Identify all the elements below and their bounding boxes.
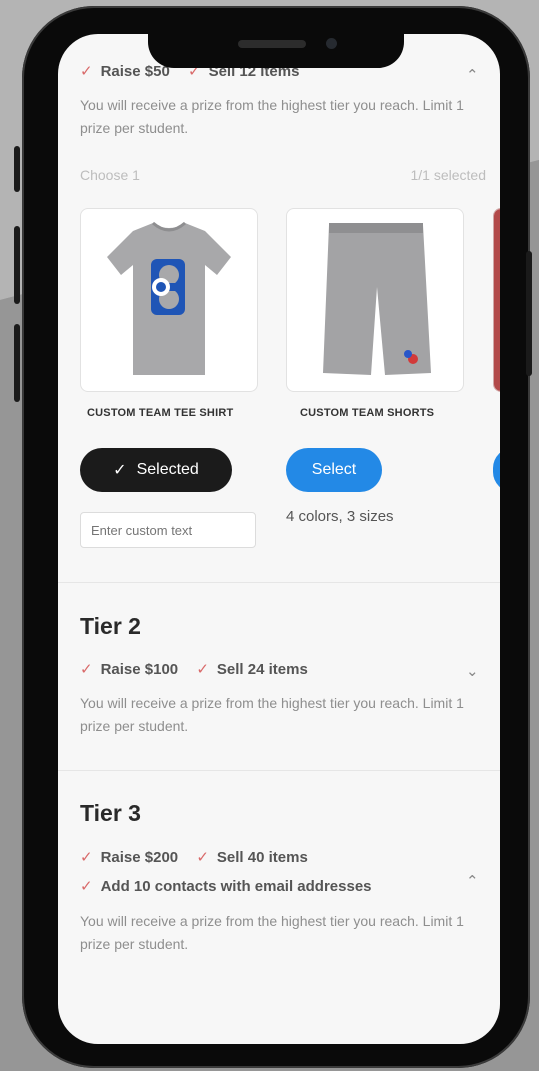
shorts-image bbox=[323, 223, 431, 375]
check-icon: ✓ bbox=[80, 878, 93, 895]
partial-product-image bbox=[494, 209, 500, 391]
chevron-up-icon[interactable]: ⌃ bbox=[466, 872, 479, 890]
front-camera bbox=[326, 38, 337, 49]
tier3-description: You will receive a prize from the highes… bbox=[80, 913, 464, 952]
phone-volume-up-button bbox=[14, 226, 20, 304]
requirement: Raise $200 bbox=[100, 849, 179, 866]
tee-shirt-image bbox=[107, 221, 231, 375]
tier3-requirements-line2: ✓ Add 10 contacts with email addresses bbox=[80, 877, 386, 895]
product-name-tee-shirt: CUSTOM TEAM TEE SHIRT bbox=[87, 407, 234, 419]
tier3-requirements: ✓ Raise $200 ✓ Sell 40 items bbox=[80, 848, 322, 866]
select-button-label: Select bbox=[311, 461, 357, 478]
product-card-partial[interactable] bbox=[493, 208, 500, 392]
select-button-partial[interactable] bbox=[493, 448, 500, 492]
requirement: Sell 40 items bbox=[216, 849, 308, 866]
product-name-shorts: CUSTOM TEAM SHORTS bbox=[300, 407, 435, 419]
phone-side-button bbox=[14, 146, 20, 192]
product-card-tee-shirt[interactable] bbox=[80, 208, 258, 392]
check-icon: ✓ bbox=[196, 849, 209, 866]
selected-count: 1/1 selected bbox=[410, 167, 487, 183]
tier2-description: You will receive a prize from the highes… bbox=[80, 695, 464, 734]
tier2-title: Tier 2 bbox=[80, 613, 141, 639]
phone-notch bbox=[148, 22, 404, 68]
select-button[interactable]: Select bbox=[286, 448, 382, 492]
phone-screen: ✓ Raise $50 ✓ Sell 12 items ⌃ You will rec… bbox=[58, 34, 500, 1044]
selected-button-label: Selected bbox=[136, 461, 199, 478]
selected-button[interactable]: ✓ Selected bbox=[80, 448, 232, 492]
check-icon: ✓ bbox=[196, 661, 209, 678]
tier1-description: You will receive a prize from the highes… bbox=[80, 97, 464, 136]
product-card-shorts[interactable] bbox=[286, 208, 464, 392]
requirement: Raise $50 bbox=[100, 63, 170, 80]
chevron-down-icon[interactable]: ⌄ bbox=[466, 662, 479, 680]
chevron-up-icon[interactable]: ⌃ bbox=[466, 66, 479, 84]
requirement: Raise $100 bbox=[100, 661, 179, 678]
requirement: Sell 24 items bbox=[216, 661, 308, 678]
custom-text-input[interactable] bbox=[80, 512, 256, 548]
check-icon: ✓ bbox=[113, 462, 127, 479]
requirement: Add 10 contacts with email addresses bbox=[100, 878, 372, 895]
check-icon: ✓ bbox=[80, 63, 93, 80]
divider bbox=[58, 770, 500, 771]
choose-label: Choose 1 bbox=[80, 167, 140, 183]
check-icon: ✓ bbox=[80, 849, 93, 866]
shorts-variants: 4 colors, 3 sizes bbox=[286, 508, 394, 525]
phone-volume-down-button bbox=[14, 324, 20, 402]
speaker-grille bbox=[238, 40, 306, 48]
divider bbox=[58, 582, 500, 583]
phone-power-button bbox=[526, 251, 532, 376]
tier3-title: Tier 3 bbox=[80, 800, 141, 826]
check-icon: ✓ bbox=[80, 661, 93, 678]
tier2-requirements: ✓ Raise $100 ✓ Sell 24 items bbox=[80, 660, 322, 678]
